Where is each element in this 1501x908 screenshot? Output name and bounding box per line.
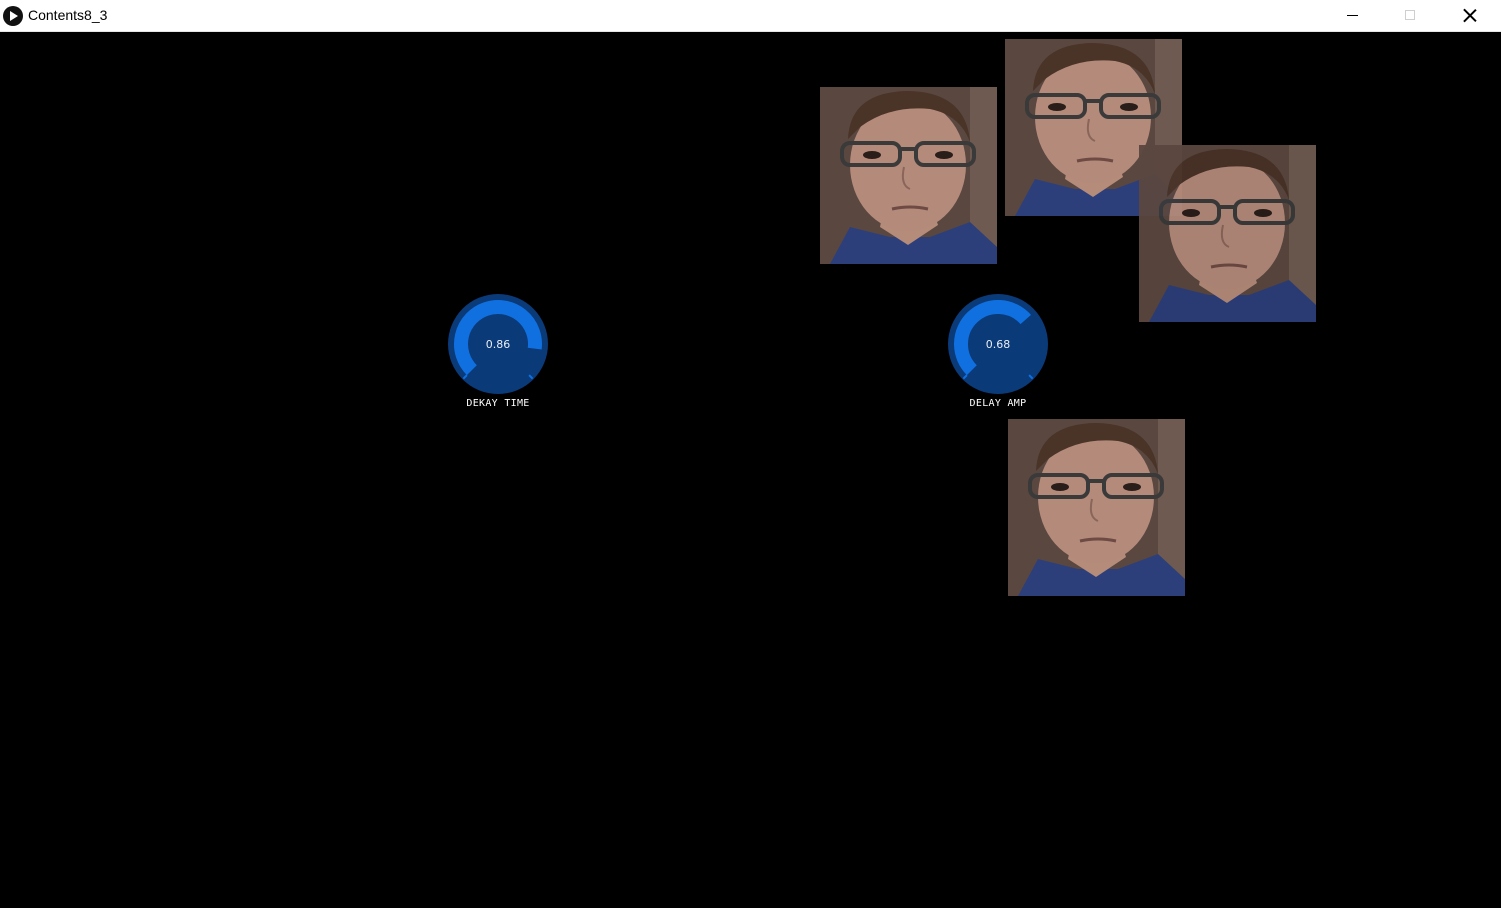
minimize-icon [1347,15,1358,16]
right-eye [1123,483,1141,491]
right-eye [1254,209,1272,217]
title-bar: Contents8_3 [0,0,1501,32]
face-image [1139,145,1316,322]
right-eye [935,151,953,159]
window-title: Contents8_3 [28,7,108,23]
webcam-frame [1139,145,1316,322]
maximize-icon [1405,10,1415,20]
left-eye [1048,103,1066,111]
face-image [820,87,997,264]
right-eye [1120,103,1138,111]
knob-value: 0.68 [985,338,1011,351]
webcam-frame [820,87,997,264]
close-icon [1463,8,1477,22]
sketch-canvas: 0.86 DEKAY TIME 0.68 DELAY AMP [0,32,1501,908]
app-play-icon [3,6,23,26]
maximize-button[interactable] [1381,0,1439,32]
left-eye [863,151,881,159]
webcam-frame [1008,419,1185,596]
knob-value: 0.86 [485,338,511,351]
knob-label: DEKAY TIME [466,398,530,409]
left-eye [1051,483,1069,491]
knob-label: DELAY AMP [969,398,1027,409]
decay-time-knob[interactable]: 0.86 DEKAY TIME [448,294,568,424]
delay-amp-knob[interactable]: 0.68 DELAY AMP [948,294,1068,424]
close-button[interactable] [1440,0,1498,32]
minimize-button[interactable] [1323,0,1381,32]
left-eye [1182,209,1200,217]
face-image [1008,419,1185,596]
